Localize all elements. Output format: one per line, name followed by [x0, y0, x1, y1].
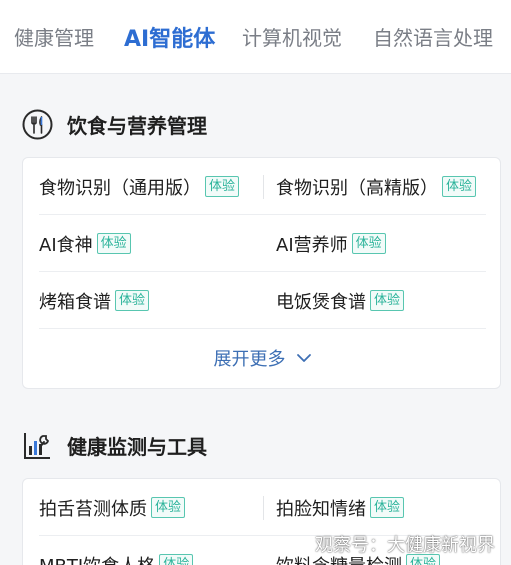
tab-health-management[interactable]: 健康管理 [14, 22, 94, 51]
item-ai-nutritionist[interactable]: AI营养师 体验 [276, 215, 486, 272]
item-face-emotion[interactable]: 拍脸知情绪 体验 [276, 479, 486, 536]
item-tongue-constitution[interactable]: 拍舌苔测体质 体验 [39, 479, 261, 536]
try-badge[interactable]: 体验 [351, 233, 386, 254]
try-badge[interactable]: 体验 [151, 497, 186, 518]
item-label: AI食神 [39, 234, 93, 256]
item-rice-cooker-recipes[interactable]: 电饭煲食谱 体验 [276, 272, 486, 329]
list-row: 烤箱食谱 体验 电饭煲食谱 体验 [39, 272, 486, 329]
item-label: 烤箱食谱 [39, 291, 111, 313]
section-title-label: 饮食与营养管理 [67, 113, 207, 138]
item-mbti-diet[interactable]: MBTI饮食人格 体验 [39, 536, 261, 565]
item-food-recognition-precise[interactable]: 食物识别（高精版） 体验 [276, 158, 486, 215]
item-label: 食物识别（通用版） [39, 177, 201, 199]
try-badge[interactable]: 体验 [370, 290, 405, 311]
divider [263, 175, 264, 199]
item-label: MBTI饮食人格 [39, 552, 155, 565]
section-title-diet: 饮食与营养管理 [22, 108, 207, 140]
tab-computer-vision[interactable]: 计算机视觉 [242, 22, 342, 51]
item-oven-recipes[interactable]: 烤箱食谱 体验 [39, 272, 261, 329]
try-badge[interactable]: 体验 [159, 554, 194, 565]
expand-more-label: 展开更多 [213, 349, 286, 370]
divider [263, 496, 264, 520]
item-food-recognition-general[interactable]: 食物识别（通用版） 体验 [39, 158, 261, 215]
tab-nlp[interactable]: 自然语言处理 [373, 22, 493, 51]
watermark-text: 观察号：大健康新视界 [315, 535, 495, 556]
tab-ai-agent[interactable]: AI智能体 [124, 21, 215, 53]
diet-tools-card: 食物识别（通用版） 体验 食物识别（高精版） 体验 AI食神 体验 AI营养师 … [22, 157, 501, 389]
fork-knife-icon [22, 109, 53, 140]
item-label: 拍脸知情绪 [276, 498, 366, 520]
section-title-monitoring: 健康监测与工具 [22, 429, 207, 461]
item-label: 食物识别（高精版） [276, 177, 438, 199]
chart-wrench-icon [22, 430, 53, 461]
item-ai-food-god[interactable]: AI食神 体验 [39, 215, 261, 272]
top-tab-bar: 健康管理 AI智能体 计算机视觉 自然语言处理 [0, 0, 511, 74]
list-row: 食物识别（通用版） 体验 食物识别（高精版） 体验 [39, 158, 486, 215]
try-badge[interactable]: 体验 [370, 497, 405, 518]
list-row: AI食神 体验 AI营养师 体验 [39, 215, 486, 272]
item-label: AI营养师 [276, 234, 348, 256]
try-badge[interactable]: 体验 [205, 176, 240, 197]
list-row: 拍舌苔测体质 体验 拍脸知情绪 体验 [39, 479, 486, 536]
try-badge[interactable]: 体验 [115, 290, 150, 311]
section-title-label: 健康监测与工具 [67, 434, 207, 459]
item-label: 电饭煲食谱 [276, 291, 366, 313]
item-label: 拍舌苔测体质 [39, 498, 147, 520]
try-badge[interactable]: 体验 [442, 176, 477, 197]
chevron-down-icon [296, 350, 312, 366]
expand-more-button[interactable]: 展开更多 [23, 343, 502, 373]
try-badge[interactable]: 体验 [96, 233, 131, 254]
